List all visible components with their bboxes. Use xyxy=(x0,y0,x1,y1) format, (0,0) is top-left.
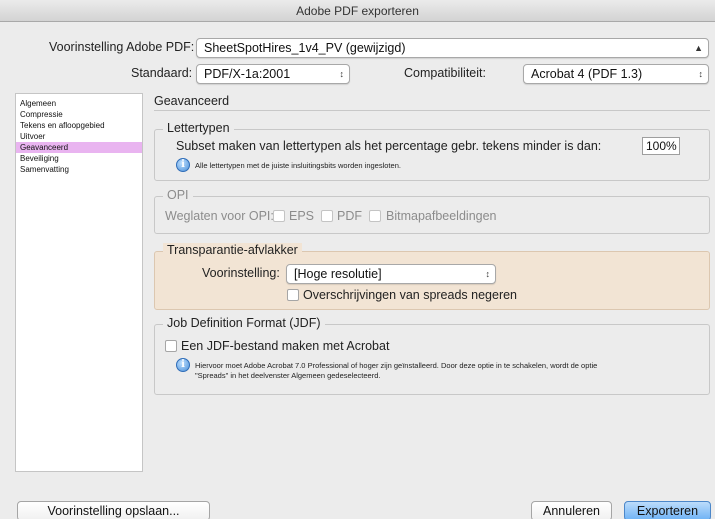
sidebar-item-geavanceerd[interactable]: Geavanceerd xyxy=(16,142,142,153)
flattener-preset-label: Voorinstelling: xyxy=(202,266,280,280)
export-button[interactable]: Exporteren xyxy=(624,501,711,519)
bitmap-label: Bitmapafbeeldingen xyxy=(386,209,497,223)
sidebar-item-beveiliging[interactable]: Beveiliging xyxy=(16,153,142,164)
opi-legend: OPI xyxy=(163,188,193,202)
category-sidebar: Algemeen Compressie Tekens en afloopgebi… xyxy=(15,93,143,472)
flattener-preset-value: [Hoge resolutie] xyxy=(294,267,382,281)
opi-omit-label: Weglaten voor OPI: xyxy=(165,209,274,223)
select-arrows-icon: ↕ xyxy=(698,69,704,79)
pdf-checkbox[interactable] xyxy=(321,210,333,222)
jdf-create-label: Een JDF-bestand maken met Acrobat xyxy=(181,339,390,353)
select-arrows-icon: ↕ xyxy=(339,69,345,79)
eps-label: EPS xyxy=(289,209,315,223)
fonts-info-text: Alle lettertypen met de juiste insluitin… xyxy=(195,161,401,170)
sidebar-item-compressie[interactable]: Compressie xyxy=(16,109,142,120)
jdf-group: Job Definition Format (JDF) xyxy=(154,316,710,395)
bitmap-checkbox[interactable] xyxy=(369,210,381,222)
standard-label: Standaard: xyxy=(131,66,193,80)
cancel-button[interactable]: Annuleren xyxy=(531,501,612,519)
compatibility-label: Compatibiliteit: xyxy=(404,66,486,80)
panel-divider xyxy=(154,110,710,111)
subset-label: Subset maken van lettertypen als het per… xyxy=(176,139,602,153)
sidebar-item-tekens-en-afloopgebied[interactable]: Tekens en afloopgebied xyxy=(16,120,142,131)
subset-percentage-input[interactable] xyxy=(642,137,680,155)
sidebar-item-algemeen[interactable]: Algemeen xyxy=(16,98,142,109)
preset-select[interactable]: SheetSpotHires_1v4_PV (gewijzigd) ▲ xyxy=(196,38,709,58)
jdf-checkbox[interactable] xyxy=(165,340,177,352)
standard-select[interactable]: PDF/X-1a:2001 ↕ xyxy=(196,64,350,84)
compatibility-select[interactable]: Acrobat 4 (PDF 1.3) ↕ xyxy=(523,64,709,84)
flattener-legend: Transparantie-afvlakker xyxy=(163,243,302,257)
eps-checkbox[interactable] xyxy=(273,210,285,222)
flattener-preset-select[interactable]: [Hoge resolutie] ↕ xyxy=(286,264,496,284)
info-icon: i xyxy=(176,358,190,372)
jdf-legend: Job Definition Format (JDF) xyxy=(163,316,325,330)
select-arrows-icon: ▲ xyxy=(694,43,703,53)
window-titlebar: Adobe PDF exporteren xyxy=(0,0,715,22)
sidebar-item-uitvoer[interactable]: Uitvoer xyxy=(16,131,142,142)
ignore-overrides-checkbox[interactable] xyxy=(287,289,299,301)
standard-value: PDF/X-1a:2001 xyxy=(204,67,291,81)
compatibility-value: Acrobat 4 (PDF 1.3) xyxy=(531,67,643,81)
window-title: Adobe PDF exporteren xyxy=(296,4,419,18)
jdf-info-line-2: "Spreads" in het deelvenster Algemeen ge… xyxy=(195,371,381,380)
preset-label: Voorinstelling Adobe PDF: xyxy=(49,40,195,54)
jdf-info-line-1: Hiervoor moet Adobe Acrobat 7.0 Professi… xyxy=(195,361,598,370)
fonts-group: Lettertypen xyxy=(154,121,710,181)
info-icon: i xyxy=(176,158,190,172)
pdf-label: PDF xyxy=(337,209,362,223)
select-arrows-icon: ↕ xyxy=(485,269,491,279)
ignore-overrides-label: Overschrijvingen van spreads negeren xyxy=(303,288,518,302)
save-preset-button[interactable]: Voorinstelling opslaan... xyxy=(17,501,210,519)
panel-title: Geavanceerd xyxy=(154,94,230,108)
preset-value: SheetSpotHires_1v4_PV (gewijzigd) xyxy=(204,41,406,55)
sidebar-item-samenvatting[interactable]: Samenvatting xyxy=(16,164,142,175)
fonts-legend: Lettertypen xyxy=(163,121,234,135)
